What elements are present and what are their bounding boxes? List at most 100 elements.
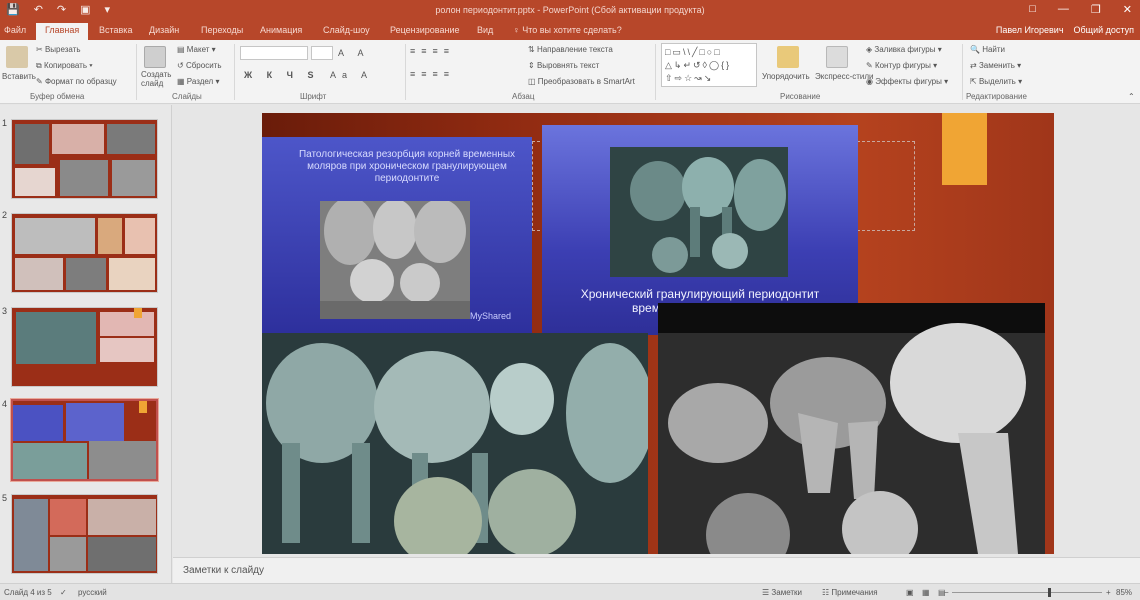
user-name[interactable]: Павел Игоревич (996, 25, 1064, 35)
quick-styles-button[interactable]: Экспресс-стили (815, 72, 874, 81)
tab-slideshow[interactable]: Слайд-шоу (323, 25, 370, 35)
left-blue-panel[interactable]: Патологическая резорбция корней временны… (262, 137, 532, 337)
font-color-buttons[interactable]: Aa A (330, 70, 373, 80)
thumb-image (89, 441, 156, 479)
tab-review[interactable]: Рецензирование (390, 25, 460, 35)
zoom-in-icon[interactable]: + (1106, 588, 1111, 597)
tab-transitions[interactable]: Переходы (201, 25, 243, 35)
slide-thumbnail-5[interactable] (11, 494, 158, 574)
select-button[interactable]: ⇱ Выделить ▾ (970, 77, 1022, 86)
paste-icon[interactable] (6, 46, 28, 68)
xray-image-top[interactable] (610, 147, 788, 277)
select-label: Выделить (978, 77, 1016, 86)
ribbon-display-icon[interactable]: □ (1029, 3, 1036, 16)
tell-me-search[interactable]: ♀ Что вы хотите сделать? (513, 25, 622, 35)
font-format-buttons[interactable]: Ж К Ч S (244, 70, 319, 80)
status-bar: Слайд 4 из 5 ✓ русский ☰ Заметки ☷ Приме… (0, 583, 1140, 600)
paste-button[interactable]: Вставить (2, 72, 36, 81)
notes-pane[interactable]: Заметки к слайду (173, 557, 1140, 583)
slide-thumbnail-2[interactable] (11, 213, 158, 293)
align-text-button[interactable]: ⇕ Выровнять текст (528, 61, 599, 70)
thumb-image (15, 168, 55, 196)
smartart-label: Преобразовать в SmartArt (537, 77, 635, 86)
quick-styles-icon[interactable] (826, 46, 848, 68)
slide-thumbnail-1[interactable] (11, 119, 158, 199)
comments-toggle-button[interactable]: ☷ Примечания (822, 588, 878, 597)
new-slide-button[interactable]: Создать слайд (141, 70, 173, 88)
close-icon[interactable]: ✕ (1123, 3, 1132, 16)
thumb-image (60, 160, 108, 196)
thumb-image (107, 124, 155, 154)
layout-label: Макет (186, 45, 210, 54)
zoom-level[interactable]: 85% (1116, 588, 1132, 597)
minimize-icon[interactable]: — (1058, 3, 1069, 16)
xray-graphic (262, 333, 648, 554)
find-button[interactable]: 🔍 Найти (970, 45, 1005, 54)
text-direction-button[interactable]: ⇅ Направление текста (528, 45, 613, 54)
font-size-buttons[interactable]: A A (338, 48, 370, 58)
normal-view-icon[interactable]: ▣ (906, 588, 914, 597)
xray-graphic (658, 303, 1045, 554)
thumb-image (134, 308, 142, 318)
cut-label: Вырезать (44, 45, 81, 54)
format-painter-button[interactable]: ✎ Формат по образцу (36, 77, 117, 86)
thumbnail-number: 4 (2, 399, 8, 409)
section-button[interactable]: ▦ Раздел ▾ (177, 77, 219, 86)
notes-toggle-button[interactable]: ☰ Заметки (762, 588, 802, 597)
notes-placeholder: Заметки к слайду (183, 565, 264, 576)
collapse-ribbon-icon[interactable]: ⌃ (1128, 92, 1135, 101)
format-painter-label: Формат по образцу (44, 77, 117, 86)
slide-canvas[interactable]: Патологическая резорбция корней временны… (262, 113, 1054, 554)
align-buttons[interactable]: ≡≡≡≡ (410, 69, 455, 79)
zoom-slider[interactable] (952, 592, 1102, 593)
user-area: Павел Игоревич Общий доступ (996, 25, 1134, 35)
tab-animations[interactable]: Анимация (260, 25, 302, 35)
xray-image-bottom-left[interactable] (262, 333, 648, 554)
tab-home[interactable]: Главная (36, 23, 89, 40)
thumb-image (125, 218, 155, 254)
tab-file[interactable]: Файл (4, 25, 26, 35)
xray-image-small[interactable] (320, 201, 470, 319)
thumb-image (100, 338, 154, 362)
shape-fill-label: Заливка фигуры (874, 45, 936, 54)
shape-fill-button[interactable]: ◈ Заливка фигуры ▾ (866, 45, 942, 54)
thumb-image (15, 124, 49, 164)
language-indicator[interactable]: русский (78, 588, 107, 597)
cut-button[interactable]: ✂ Вырезать (36, 45, 81, 54)
new-slide-icon[interactable] (144, 46, 166, 68)
thumb-image (13, 405, 63, 441)
shape-outline-button[interactable]: ✎ Контур фигуры ▾ (866, 61, 937, 70)
thumb-image (52, 124, 104, 154)
thumb-image (98, 218, 122, 254)
font-size-input[interactable] (311, 46, 333, 60)
zoom-out-icon[interactable]: − (944, 588, 949, 597)
tab-insert[interactable]: Вставка (99, 25, 132, 35)
layout-button[interactable]: ▤ Макет ▾ (177, 45, 216, 54)
arrange-button[interactable]: Упорядочить (762, 72, 810, 81)
tab-view[interactable]: Вид (477, 25, 493, 35)
arrange-icon[interactable] (777, 46, 799, 68)
shape-effects-button[interactable]: ◉ Эффекты фигуры ▾ (866, 77, 948, 86)
reset-button[interactable]: ↺ Сбросить (177, 61, 222, 70)
paragraph-group-label: Абзац (512, 92, 535, 101)
smartart-button[interactable]: ◫ Преобразовать в SmartArt (528, 77, 635, 86)
zoom-slider-thumb[interactable] (1048, 588, 1051, 597)
slide-thumbnail-3[interactable] (11, 307, 158, 387)
font-name-input[interactable] (240, 46, 308, 60)
spellcheck-icon[interactable]: ✓ (60, 588, 67, 597)
replace-button[interactable]: ⇄ Заменить ▾ (970, 61, 1021, 70)
copy-button[interactable]: ⧉ Копировать ▾ (36, 61, 93, 71)
xray-image-bottom-right[interactable] (658, 303, 1045, 554)
orange-accent-shape[interactable] (942, 113, 987, 185)
reset-label: Сбросить (185, 61, 222, 70)
slide-sorter-icon[interactable]: ▦ (922, 588, 930, 597)
list-buttons[interactable]: ≡≡≡≡ (410, 46, 455, 56)
shapes-gallery[interactable]: □▭\\╱□○□ △↳↵↺◊◯{} ⇧⇨☆↝↘ (661, 43, 757, 87)
maximize-icon[interactable]: ❐ (1091, 3, 1101, 16)
thumbnail-number: 2 (2, 210, 8, 220)
share-button[interactable]: Общий доступ (1074, 25, 1134, 35)
tab-design[interactable]: Дизайн (149, 25, 179, 35)
font-group-label: Шрифт (300, 92, 327, 101)
slide-thumbnail-4[interactable] (10, 398, 159, 482)
notes-toggle-label: Заметки (771, 588, 803, 597)
